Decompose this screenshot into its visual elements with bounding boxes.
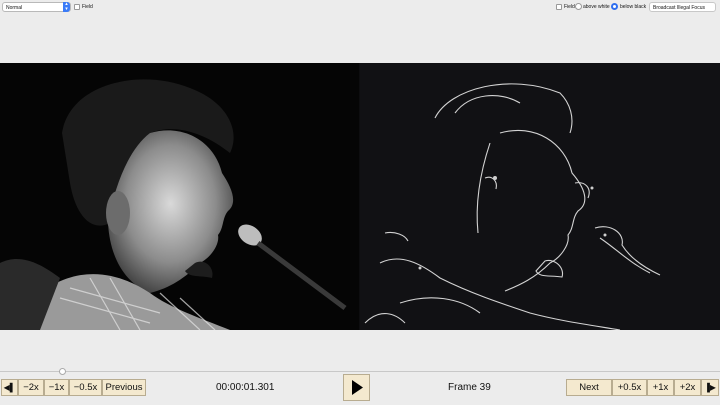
forward-2x-button[interactable]: +2x	[674, 379, 701, 396]
field-label-left: Field	[82, 4, 93, 10]
step-back-button[interactable]: ◀▌	[1, 379, 18, 396]
rewind-half-speed-button[interactable]: −0.5x	[69, 379, 102, 396]
radio-above-white[interactable]	[575, 3, 582, 10]
frame-counter: Frame 39	[448, 382, 491, 393]
radio-below-black[interactable]	[611, 3, 618, 10]
next-button[interactable]: Next	[566, 379, 612, 396]
field-checkbox-right[interactable]	[556, 4, 562, 10]
radio-above-white-label: above white	[583, 4, 610, 10]
timecode: 00:00:01.301	[216, 382, 275, 393]
edge-outline-image	[360, 63, 720, 331]
play-icon	[352, 380, 363, 395]
rewind-2x-button[interactable]: −2x	[18, 379, 44, 396]
timeline-track[interactable]	[0, 371, 720, 372]
chevron-updown-icon: ▴ ▾	[63, 2, 70, 12]
mode-select[interactable]: Normal ▴ ▾	[2, 2, 71, 12]
singer-image	[0, 63, 359, 331]
mode-select-value: Normal	[6, 5, 23, 11]
forward-1x-button[interactable]: +1x	[647, 379, 674, 396]
video-viewer	[0, 63, 720, 331]
step-forward-button[interactable]: ▐▶	[701, 379, 719, 396]
radio-below-black-label: below black	[620, 4, 647, 10]
forward-half-speed-button[interactable]: +0.5x	[612, 379, 647, 396]
focus-filter-frame	[360, 63, 720, 331]
previous-button[interactable]: Previous	[102, 379, 146, 396]
original-frame	[0, 63, 359, 331]
filter-select-value: Broadcast Illegal Focus	[653, 5, 705, 11]
field-checkbox-left[interactable]	[74, 4, 80, 10]
filter-select[interactable]: Broadcast Illegal Focus	[649, 2, 716, 12]
rewind-1x-button[interactable]: −1x	[44, 379, 69, 396]
field-label-right: Field	[564, 4, 575, 10]
timeline-scrubber-handle[interactable]	[59, 368, 66, 375]
play-button[interactable]	[343, 374, 370, 401]
